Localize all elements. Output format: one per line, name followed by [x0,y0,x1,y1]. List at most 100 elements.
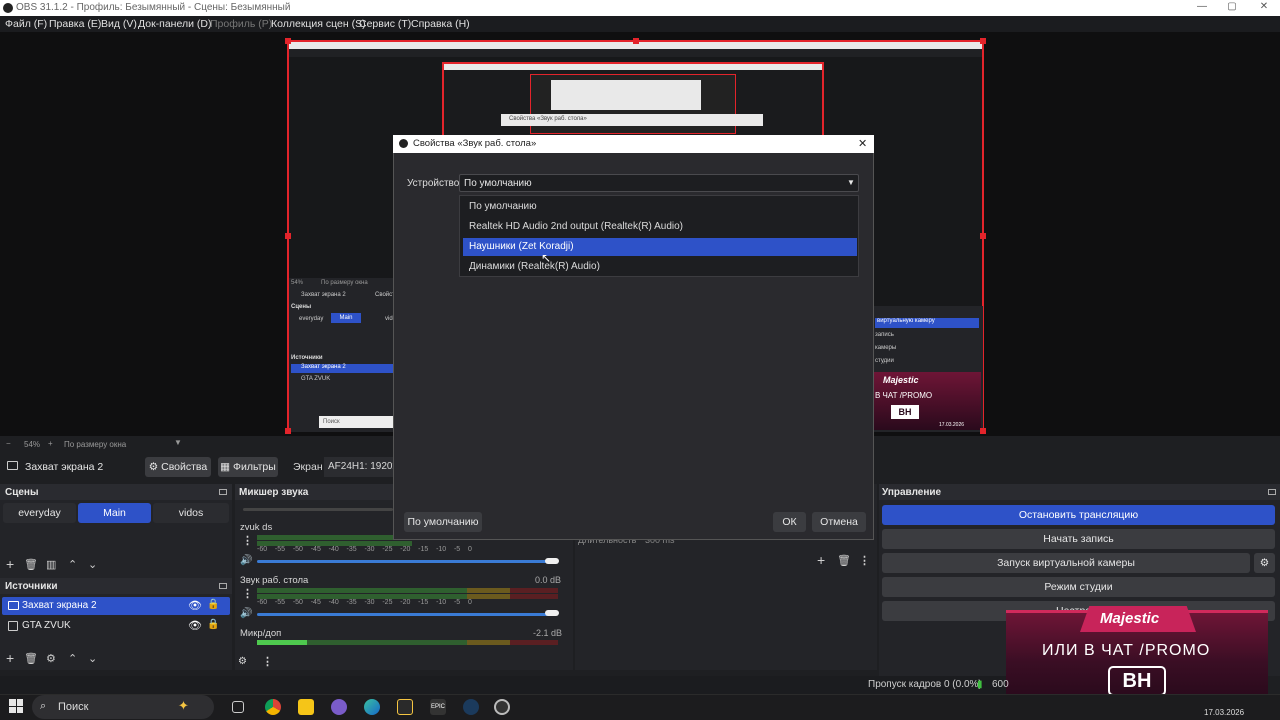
virtualcam-settings-button[interactable]: ⚙ [1254,553,1275,573]
sparkle-icon: ✦ [178,698,189,713]
speaker-icon[interactable]: 🔊 [240,608,252,619]
kebab-menu-icon[interactable]: ⋮ [242,534,253,547]
menu-scene-collection[interactable]: Коллекция сцен (S) [271,18,366,30]
windows-start-icon[interactable] [9,699,23,713]
device-option[interactable]: Динамики (Realtek(R) Audio) [463,258,857,276]
device-label: Устройство [407,178,460,189]
zoom-out-icon[interactable]: − [6,439,11,448]
menu-help[interactable]: Справка (H) [411,18,470,30]
gear-icon[interactable]: ⚙ [46,653,56,665]
arrow-up-icon[interactable]: ⌃ [68,653,77,665]
device-select[interactable]: По умолчанию ▼ [459,174,859,192]
nested-zoom: 54% [291,280,304,286]
nested-fit: По размеру окна [321,280,368,286]
filters-button[interactable]: ▦ Фильтры [218,457,278,477]
zoom-in-icon[interactable]: + [48,439,53,448]
screen-select[interactable]: AF24H1: 1920x1080 [324,457,394,477]
menu-docks[interactable]: Док-панели (D) [138,18,211,30]
resize-handle-l[interactable] [285,233,291,239]
undock-icon[interactable] [219,489,227,495]
nested-scene-main: Main [331,313,361,323]
taskbar-search[interactable]: ⌕ Поиск ✦ [32,695,214,719]
eye-icon[interactable]: 👁 [188,619,202,632]
menu-edit[interactable]: Правка (E) [49,18,101,30]
task-view-icon[interactable] [232,701,244,713]
chrome-icon[interactable] [265,699,281,715]
source-item-screen-capture[interactable]: Захват экрана 2 👁 🔒 [2,597,230,615]
mixer-settings-icon[interactable]: ⚙ [238,656,247,667]
cancel-button[interactable]: Отмена [812,512,866,532]
dialog-title: Свойства «Звук раб. стола» [413,138,537,149]
kebab-menu-icon[interactable]: ⋮ [262,655,273,668]
scene-item-main[interactable]: Main [78,503,151,523]
volume-knob[interactable] [545,610,559,616]
game-launcher-icon[interactable] [397,699,413,715]
kebab-menu-icon[interactable]: ⋮ [242,587,253,600]
lock-icon[interactable]: 🔒 [207,599,219,610]
volume-knob[interactable] [545,558,559,564]
volume-slider[interactable] [257,613,553,616]
stop-stream-button[interactable]: Остановить трансляцию [882,505,1275,525]
scene-item-vidos[interactable]: vidos [153,503,229,523]
resize-handle-tl[interactable] [285,38,291,44]
ok-button[interactable]: ОК [773,512,806,532]
add-transition-icon[interactable]: + [817,553,825,567]
resize-handle-r[interactable] [980,233,986,239]
search-placeholder: Поиск [58,701,89,713]
epic-games-icon[interactable]: EPIC [430,699,446,715]
nested-dialog-title: Свойства «Звук раб. стола» [501,114,763,126]
kebab-menu-icon[interactable]: ⋮ [859,555,870,567]
steam-icon[interactable] [463,699,479,715]
dialog-titlebar: Свойства «Звук раб. стола» ✕ [393,135,874,153]
device-option[interactable]: Realtek HD Audio 2nd output (Realtek(R) … [463,218,857,236]
resize-handle-t[interactable] [633,38,639,44]
nested-control-3: камеры [875,345,897,351]
undock-icon[interactable] [219,583,227,589]
trash-icon[interactable]: 🗑 [837,555,851,567]
filter-icon[interactable]: ▥ [46,559,56,571]
add-scene-icon[interactable]: + [6,557,14,571]
nested-scene-label: Захват экрана 2 [301,292,346,298]
speaker-icon[interactable]: 🔊 [240,555,252,566]
channel-name: Звук раб. стола [240,575,309,586]
meter-ticks: -60 -55 -50 -45 -40 -35 -30 -25 -20 -15 … [257,599,472,606]
device-option-selected[interactable]: Наушники (Zet Koradji) [463,238,857,256]
scale-mode-select[interactable]: По размеру окна [64,440,126,449]
undock-icon[interactable] [1268,489,1276,495]
arrow-up-icon[interactable]: ⌃ [68,559,77,571]
lock-icon[interactable]: 🔒 [207,619,219,630]
eye-icon[interactable]: 👁 [188,599,202,612]
device-option[interactable]: По умолчанию [463,198,857,216]
resize-handle-bl[interactable] [285,428,291,434]
menu-tools[interactable]: Сервис (T) [359,18,411,30]
volume-slider[interactable] [257,560,553,563]
edge-icon[interactable] [364,699,380,715]
close-icon[interactable]: ✕ [858,137,867,150]
start-virtualcam-button[interactable]: Запуск виртуальной камеры [882,553,1250,573]
arrow-down-icon[interactable]: ⌄ [88,653,97,665]
arrow-down-icon[interactable]: ⌄ [88,559,97,571]
files-icon[interactable] [298,699,314,715]
resize-handle-br[interactable] [980,428,986,434]
screen-label: Экран [293,461,323,473]
menu-view[interactable]: Вид (V) [101,18,137,30]
resize-handle-tr[interactable] [980,38,986,44]
minimize-button[interactable]: — [1188,1,1216,12]
obs-taskbar-icon[interactable] [494,699,510,715]
menu-profile[interactable]: Профиль (P) [210,18,272,30]
studio-mode-button[interactable]: Режим студии [882,577,1275,597]
trash-icon[interactable]: 🗑 [24,559,38,571]
app-icon[interactable] [331,699,347,715]
maximize-button[interactable]: ▢ [1218,1,1246,12]
source-item-gta-zvuk[interactable]: GTA ZVUK 👁 🔒 [2,617,230,635]
defaults-button[interactable]: По умолчанию [404,512,482,532]
properties-button[interactable]: ⚙ Свойства [145,457,211,477]
start-record-button[interactable]: Начать запись [882,529,1275,549]
chevron-down-icon[interactable]: ▼ [174,438,182,447]
add-source-icon[interactable]: + [6,651,14,665]
obs-logo-icon [3,3,13,13]
menu-file[interactable]: Файл (F) [5,18,47,30]
scene-item-everyday[interactable]: everyday [3,503,76,523]
close-window-button[interactable]: ✕ [1250,1,1278,12]
trash-icon[interactable]: 🗑 [24,653,38,665]
